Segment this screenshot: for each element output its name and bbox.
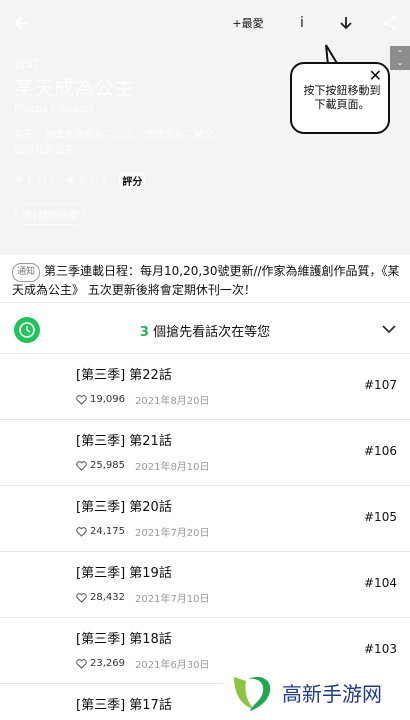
site-watermark: 高新手游网	[222, 664, 410, 720]
episode-likes: 24,175	[90, 526, 125, 537]
likes-count: 1,117	[26, 175, 55, 186]
views-count: 4,713	[78, 175, 108, 186]
episode-title: [第三季] 第20話	[76, 500, 172, 515]
episode-likes: 25,985	[90, 460, 125, 471]
schedule-notice[interactable]: 通知 第三季連載日程：每月10,20,30號更新//作家為維護創作品質，《某天成為…	[0, 255, 410, 303]
share-icon	[384, 16, 396, 30]
notice-badge: 通知	[12, 263, 41, 282]
heart-outline-icon	[76, 592, 87, 603]
episode-title: [第三季] 第19話	[76, 566, 172, 581]
series-author: Plutus / Spoon	[14, 102, 93, 115]
series-genre: 奇幻	[14, 57, 39, 71]
episode-row[interactable]: [第三季] 第19話 28,432 2021年7月10日 #104	[0, 552, 410, 618]
episode-title: [第三季] 第18話	[76, 632, 172, 647]
tooltip-close-button[interactable]: ✕	[369, 66, 382, 85]
heart-outline-icon	[76, 460, 87, 471]
wait-free-bar[interactable]: 3 個搶先看話次在等您	[0, 304, 410, 354]
heart-outline-icon	[76, 526, 87, 537]
info-button[interactable]: i	[290, 10, 314, 36]
favorite-button[interactable]: +最愛	[228, 10, 268, 36]
episode-number: #104	[364, 576, 397, 590]
episode-likes: 28,432	[90, 592, 125, 603]
episode-date: 2021年6月30日	[135, 660, 210, 671]
episode-title: [第三季] 第22話	[76, 368, 172, 383]
arrow-left-icon	[14, 16, 28, 30]
tooltip-text: 按下按鈕移動到下載頁面。	[303, 84, 381, 111]
episode-likes: 23,269	[90, 658, 125, 669]
episode-row[interactable]: [第三季] 第20話 24,175 2021年7月20日 #105	[0, 486, 410, 552]
episode-likes: 19,096	[90, 394, 125, 405]
heart-outline-icon	[76, 658, 87, 669]
eye-icon: ◉	[66, 175, 76, 186]
watermark-logo	[234, 676, 271, 711]
watermark-text: 高新手游网	[282, 681, 382, 706]
episode-date: 2021年8月10日	[135, 462, 210, 473]
views-stat: ◉ 4,713	[67, 175, 108, 186]
top-bar: +最愛 i	[0, 0, 410, 46]
episode-date: 2021年7月10日	[135, 594, 210, 605]
chevron-down-icon[interactable]	[380, 320, 398, 338]
download-tooltip: ✕ 按下按鈕移動到下載頁面。	[290, 62, 390, 134]
episode-title: [第三季] 第21話	[76, 434, 172, 449]
share-button[interactable]	[378, 10, 402, 36]
wait-free-text: 3 個搶先看話次在等您	[0, 321, 410, 340]
episode-title: [第三季] 第17話	[76, 698, 172, 713]
series-description: 某天一覺醒來我成為了公主，竟然成為了被父親殺死的公主...	[14, 130, 214, 156]
notice-text: 第三季連載日程：每月10,20,30號更新//作家為維護創作品質，《某天成為公主…	[12, 264, 400, 297]
arrow-down-icon	[340, 17, 352, 30]
episode-number: #105	[364, 510, 397, 524]
download-button[interactable]	[334, 10, 358, 36]
episode-number: #107	[364, 378, 397, 392]
first-episode-button[interactable]: 第1話開始看	[14, 203, 86, 225]
episode-date: 2021年7月20日	[135, 528, 210, 539]
wait-free-label: 個搶先看話次在等您	[148, 325, 271, 340]
series-stats: ♥ 1,117 ◉ 4,713 評分	[14, 172, 146, 189]
rating-button[interactable]: 評分	[119, 172, 146, 189]
chevron-up-icon: ⌃	[396, 49, 404, 58]
heart-icon: ♥	[14, 175, 23, 186]
episode-date: 2021年8月20日	[135, 396, 210, 407]
episode-number: #106	[364, 444, 397, 458]
series-title: 某天成為公主	[14, 76, 134, 100]
wait-free-count: 3	[139, 325, 149, 340]
episode-row[interactable]: [第三季] 第21話 25,985 2021年8月10日 #106	[0, 420, 410, 486]
heart-outline-icon	[76, 394, 87, 405]
back-button[interactable]	[8, 10, 34, 36]
likes-stat: ♥ 1,117	[14, 175, 55, 186]
episode-number: #103	[364, 642, 397, 656]
scroll-handle[interactable]: ⌃ ⌄	[390, 46, 410, 70]
chevron-down-icon: ⌄	[396, 58, 404, 67]
episode-row[interactable]: [第三季] 第22話 19,096 2021年8月20日 #107	[0, 354, 410, 420]
